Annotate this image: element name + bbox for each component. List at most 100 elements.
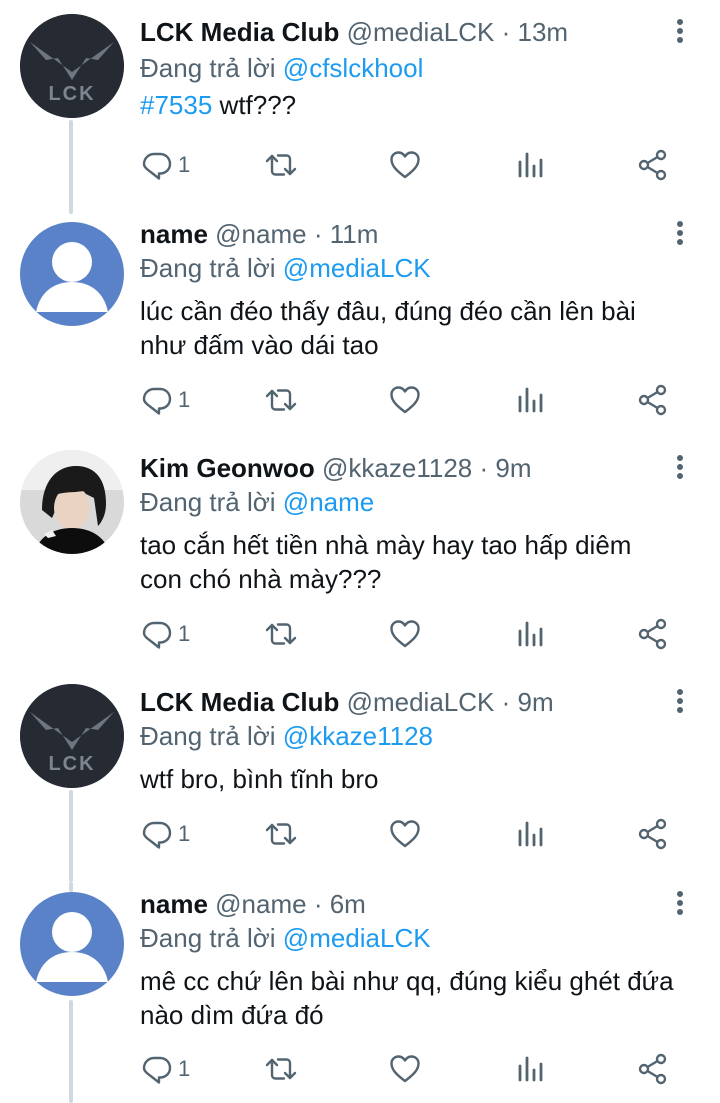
thread-line [69,882,73,892]
tweet[interactable]: LCK Media Club @mediaLCK · 13m Đang trả … [0,0,720,214]
tweet-text-content: wtf??? [212,90,297,120]
display-name[interactable]: name [140,889,208,919]
share-button[interactable] [636,814,670,854]
replying-to-label: Đang trả lời [140,253,276,283]
replying-to-handle[interactable]: @mediaLCK [283,253,431,283]
timestamp[interactable]: 11m [330,219,379,249]
views-button[interactable] [514,814,548,854]
avatar[interactable] [20,892,124,996]
replying-to-handle[interactable]: @name [283,487,374,517]
share-icon [636,817,670,851]
retweet-button[interactable] [264,1049,298,1089]
retweet-icon [264,383,298,417]
views-button[interactable] [514,614,548,654]
display-name[interactable]: Kim Geonwoo [140,453,315,483]
views-icon [514,617,548,651]
reply-icon [140,148,174,182]
reply-button[interactable]: 1 [140,614,190,654]
avatar[interactable] [20,684,124,788]
reply-count: 1 [178,387,191,412]
views-icon [514,383,548,417]
reply-count: 1 [178,1056,191,1081]
more-icon[interactable] [670,16,690,46]
views-button[interactable] [514,145,548,185]
reply-button[interactable]: 1 [140,145,190,185]
display-name[interactable]: LCK Media Club [140,17,339,47]
handle[interactable]: @kkaze1128 [322,453,472,483]
share-icon [636,148,670,182]
tweet-header: name @name · 11m [140,218,378,250]
display-name[interactable]: name [140,219,208,249]
retweet-icon [264,1052,298,1086]
thread-line [69,790,73,882]
display-name[interactable]: LCK Media Club [140,687,339,717]
replying-to: Đang trả lời @cfslckhool [140,52,423,84]
tweet[interactable]: LCK Media Club @mediaLCK · 9m Đang trả l… [0,682,720,882]
reply-button[interactable]: 1 [140,814,190,854]
views-icon [514,817,548,851]
like-button[interactable] [388,145,422,185]
retweet-button[interactable] [264,614,298,654]
replying-to: Đang trả lời @name [140,486,374,518]
share-button[interactable] [636,1049,670,1089]
tweet-text: lúc cần đéo thấy đâu, đúng đéo cần lên b… [140,296,636,360]
views-button[interactable] [514,1049,548,1089]
handle[interactable]: @name [215,219,306,249]
retweet-button[interactable] [264,145,298,185]
replying-to-label: Đang trả lời [140,487,276,517]
hashtag-link[interactable]: #7535 [140,90,212,120]
share-icon [636,617,670,651]
tweet-actions: 1 [140,145,680,185]
replying-to-handle[interactable]: @mediaLCK [283,923,431,953]
like-button[interactable] [388,614,422,654]
handle[interactable]: @mediaLCK [347,687,495,717]
handle[interactable]: @name [215,889,306,919]
tweet[interactable]: name @name · 6m Đang trả lời @mediaLCK m… [0,882,720,1103]
share-button[interactable] [636,145,670,185]
tweet-text: tao cắn hết tiền nhà mày hay tao hấp diê… [140,530,632,594]
retweet-button[interactable] [264,380,298,420]
tweet-text: wtf bro, bình tĩnh bro [140,764,379,794]
thread-line [69,120,73,214]
tweet-header: Kim Geonwoo @kkaze1128 · 9m [140,452,531,484]
more-icon[interactable] [670,218,690,248]
tweet-header: LCK Media Club @mediaLCK · 13m [140,16,568,48]
like-icon [388,617,422,651]
share-button[interactable] [636,380,670,420]
separator: · [472,453,496,483]
tweet[interactable]: Kim Geonwoo @kkaze1128 · 9m Đang trả lời… [0,448,720,682]
tweet-actions: 1 [140,814,680,854]
like-button[interactable] [388,814,422,854]
retweet-icon [264,148,298,182]
like-button[interactable] [388,1049,422,1089]
like-icon [388,1052,422,1086]
timestamp[interactable]: 6m [330,889,366,919]
share-button[interactable] [636,614,670,654]
replying-to-handle[interactable]: @kkaze1128 [283,721,433,751]
reply-icon [140,1052,174,1086]
tweet[interactable]: name @name · 11m Đang trả lời @mediaLCK … [0,214,720,448]
avatar[interactable] [20,222,124,326]
more-icon[interactable] [670,452,690,482]
like-icon [388,383,422,417]
more-icon[interactable] [670,686,690,716]
timestamp[interactable]: 9m [495,453,531,483]
like-icon [388,148,422,182]
timestamp[interactable]: 9m [517,687,553,717]
avatar[interactable] [20,450,124,554]
reply-button[interactable]: 1 [140,380,190,420]
more-icon[interactable] [670,888,690,918]
tweet-actions: 1 [140,380,680,420]
like-button[interactable] [388,380,422,420]
retweet-icon [264,617,298,651]
views-button[interactable] [514,380,548,420]
tweet-actions: 1 [140,1049,680,1089]
replying-to-handle[interactable]: @cfslckhool [283,53,424,83]
avatar[interactable] [20,14,124,118]
reply-button[interactable]: 1 [140,1049,190,1089]
timestamp[interactable]: 13m [517,17,568,47]
retweet-button[interactable] [264,814,298,854]
handle[interactable]: @mediaLCK [347,17,495,47]
separator: · [306,889,330,919]
retweet-icon [264,817,298,851]
